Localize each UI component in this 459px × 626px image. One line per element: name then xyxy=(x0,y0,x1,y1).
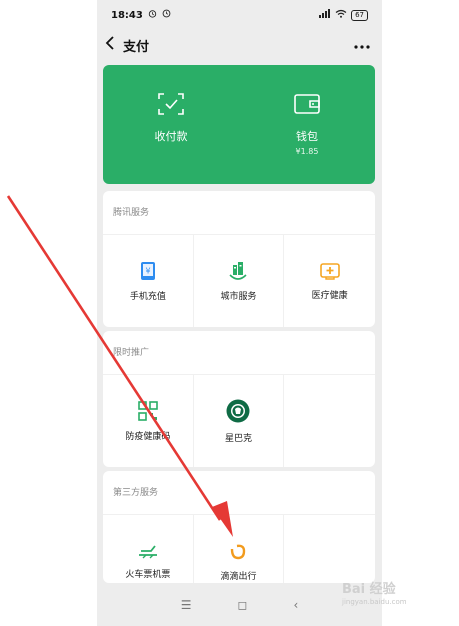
empty-cell xyxy=(284,375,375,467)
watermark-url: jingyan.baidu.com xyxy=(342,598,407,606)
receive-pay-label: 收付款 xyxy=(154,130,188,143)
nav-bar: 支付 xyxy=(97,30,382,60)
more-menu-button[interactable] xyxy=(354,37,370,53)
section-title: 第三方服务 xyxy=(103,471,375,515)
empty-cell xyxy=(284,515,375,583)
phone-screen: 18:43 67 支付 收付款 钱包 ¥1.85 腾讯服务 ¥ 手机充值 城市服… xyxy=(97,0,382,626)
pay-card: 收付款 钱包 ¥1.85 xyxy=(103,65,375,184)
phone-recharge-button[interactable]: ¥ 手机充值 xyxy=(103,235,194,327)
train-ticket-button[interactable]: 火车票机票 xyxy=(103,515,194,583)
city-service-button[interactable]: 城市服务 xyxy=(194,235,285,327)
clock-icon xyxy=(162,9,171,21)
home-nav-button[interactable]: ◻ xyxy=(237,598,247,612)
section-title: 限时推广 xyxy=(103,331,375,375)
scan-pay-icon xyxy=(158,93,184,119)
wallet-balance: ¥1.85 xyxy=(295,147,319,156)
back-nav-button[interactable]: ‹ xyxy=(293,598,298,612)
signal-icon xyxy=(319,9,331,21)
wallet-icon xyxy=(294,93,320,119)
medical-health-button[interactable]: 医疗健康 xyxy=(284,235,375,327)
health-code-button[interactable]: 防疫健康码 xyxy=(103,375,194,467)
status-bar: 18:43 67 xyxy=(97,0,382,30)
system-nav-bar: ☰ ◻ ‹ xyxy=(97,583,382,626)
cell-label: 星巴克 xyxy=(224,433,252,444)
health-code-icon xyxy=(138,400,158,421)
back-arrow-icon xyxy=(105,36,115,54)
cell-label: 滴滴出行 xyxy=(220,571,257,582)
starbucks-button[interactable]: 星巴克 xyxy=(194,375,285,467)
section-tencent-services: 腾讯服务 ¥ 手机充值 城市服务 医疗健康 xyxy=(103,191,375,327)
svg-text:¥: ¥ xyxy=(145,266,150,275)
cell-label: 防疫健康码 xyxy=(125,431,171,442)
starbucks-icon xyxy=(226,399,250,423)
phone-recharge-icon: ¥ xyxy=(140,261,156,281)
alarm-icon xyxy=(148,9,157,21)
section-title: 腾讯服务 xyxy=(103,191,375,235)
train-ticket-icon xyxy=(137,543,159,559)
cell-label: 手机充值 xyxy=(129,291,166,302)
page-title: 支付 xyxy=(123,39,150,55)
status-time: 18:43 xyxy=(111,9,143,21)
wallet-button[interactable]: 钱包 ¥1.85 xyxy=(239,65,375,184)
more-dots-icon xyxy=(354,45,370,49)
section-limited-promotion: 限时推广 防疫健康码 星巴克 xyxy=(103,331,375,467)
medical-health-icon xyxy=(319,262,340,280)
section-third-party-services: 第三方服务 火车票机票 滴滴出行 xyxy=(103,471,375,583)
city-service-icon xyxy=(227,261,249,281)
cell-label: 城市服务 xyxy=(220,291,257,302)
receive-pay-button[interactable]: 收付款 xyxy=(103,65,239,184)
didi-icon xyxy=(228,541,248,561)
battery-indicator: 67 xyxy=(351,9,368,21)
cell-label: 火车票机票 xyxy=(125,569,171,580)
watermark-text: Bai 经验 xyxy=(342,582,396,597)
cell-label: 医疗健康 xyxy=(311,290,348,301)
wifi-icon xyxy=(335,9,347,21)
back-button[interactable]: 支付 xyxy=(105,36,149,55)
baidu-watermark: Bai 经验 jingyan.baidu.com xyxy=(342,578,407,606)
wallet-label: 钱包 xyxy=(296,130,318,143)
menu-nav-button[interactable]: ☰ xyxy=(181,598,192,612)
didi-button[interactable]: 滴滴出行 xyxy=(194,515,285,583)
